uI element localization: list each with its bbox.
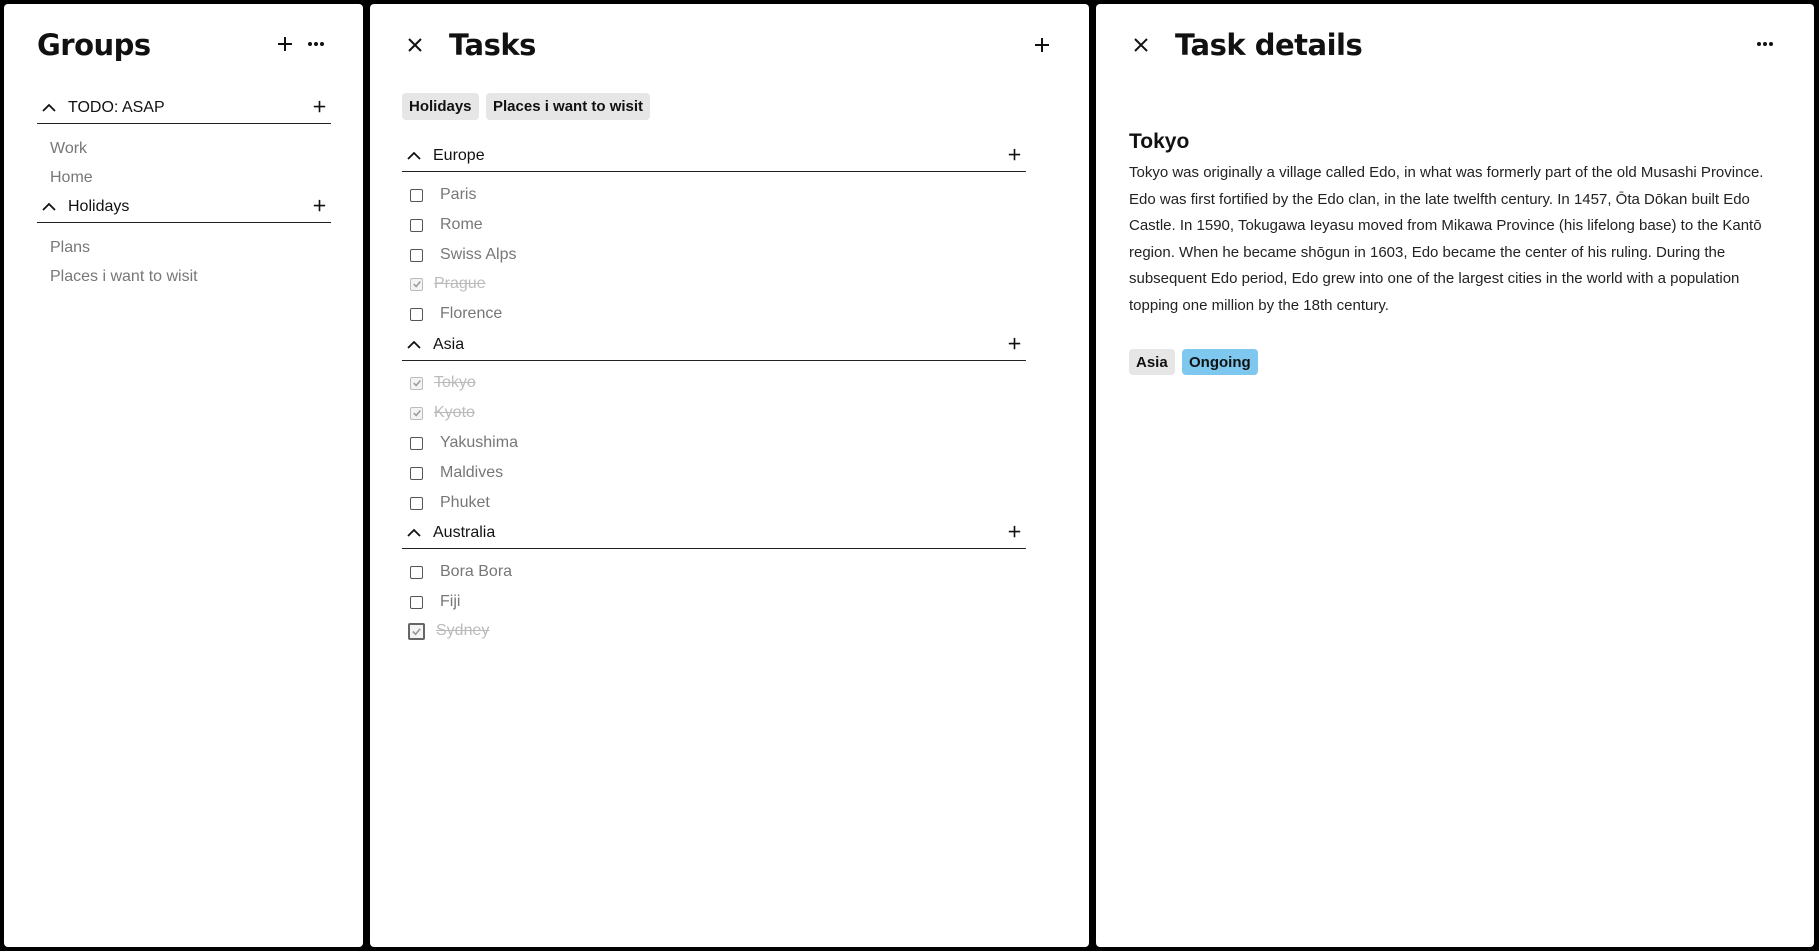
section-header-asia[interactable]: Asia	[402, 329, 1026, 361]
group-header-todo[interactable]: TODO: ASAP	[37, 92, 331, 124]
check-icon	[412, 627, 421, 635]
chevron-up-icon[interactable]	[406, 525, 422, 541]
task-label: Bora Bora	[440, 563, 513, 580]
more-horizontal-icon	[308, 42, 324, 46]
task-item[interactable]: Sydney	[408, 620, 495, 642]
task-checkbox[interactable]	[410, 436, 423, 450]
add-section-task-button[interactable]	[1002, 331, 1026, 355]
add-section-task-button[interactable]	[1002, 142, 1026, 166]
task-label: Sydney	[436, 622, 490, 639]
group-item-work[interactable]: Work	[50, 140, 87, 158]
section-header-australia[interactable]: Australia	[402, 517, 1026, 549]
task-item[interactable]: Paris	[410, 184, 476, 206]
add-list-button[interactable]	[307, 193, 331, 217]
task-item[interactable]: Tokyo	[410, 372, 482, 394]
task-checkbox[interactable]	[408, 622, 425, 640]
status-badge[interactable]: Ongoing	[1182, 349, 1258, 375]
plus-icon	[313, 199, 325, 211]
task-label: Prague	[434, 275, 486, 292]
task-checkbox[interactable]	[410, 466, 423, 480]
add-list-button[interactable]	[307, 94, 331, 118]
add-section-task-button[interactable]	[1002, 519, 1026, 543]
group-label: TODO: ASAP	[68, 98, 165, 116]
task-details-panel: Task details Tokyo Tokyo was originally …	[1096, 4, 1814, 947]
close-icon	[1134, 38, 1148, 52]
app-root: Groups TODO: ASAP Work Home Holidays Pla…	[0, 0, 1819, 951]
breadcrumb-chip-group[interactable]: Holidays	[402, 93, 479, 120]
task-label: Paris	[440, 186, 477, 203]
close-tasks-button[interactable]	[401, 31, 429, 59]
task-checkbox[interactable]	[410, 307, 423, 321]
group-item-plans[interactable]: Plans	[50, 239, 90, 257]
task-item[interactable]: Kyoto	[410, 402, 481, 424]
section-header-europe[interactable]: Europe	[402, 140, 1026, 172]
plus-icon	[1035, 38, 1049, 52]
check-icon	[412, 380, 421, 387]
group-header-holidays[interactable]: Holidays	[37, 191, 331, 223]
section-label: Asia	[433, 335, 465, 353]
tasks-panel: Tasks Holidays Places i want to wisit Eu…	[370, 4, 1089, 947]
task-checkbox[interactable]	[410, 595, 423, 609]
groups-more-button[interactable]	[302, 30, 330, 58]
task-item[interactable]: Rome	[410, 214, 483, 236]
task-checkbox[interactable]	[410, 406, 423, 420]
task-checkbox[interactable]	[410, 376, 423, 390]
task-label: Florence	[440, 305, 503, 322]
section-label: Europe	[433, 146, 485, 164]
section-label: Australia	[433, 523, 496, 541]
task-item[interactable]: Prague	[410, 273, 492, 295]
task-item[interactable]: Maldives	[410, 462, 503, 484]
task-item[interactable]: Phuket	[410, 492, 490, 514]
more-horizontal-icon	[1757, 42, 1773, 46]
task-label: Kyoto	[434, 404, 475, 421]
task-label: Fiji	[440, 593, 461, 610]
task-label: Yakushima	[440, 434, 518, 451]
breadcrumb-chip-list[interactable]: Places i want to wisit	[486, 93, 651, 120]
task-checkbox[interactable]	[410, 277, 423, 291]
chevron-up-icon[interactable]	[406, 337, 422, 353]
plus-icon	[1008, 148, 1020, 160]
task-item[interactable]: Fiji	[410, 591, 460, 613]
chevron-up-icon[interactable]	[41, 100, 57, 116]
task-checkbox[interactable]	[410, 218, 423, 232]
task-item[interactable]: Swiss Alps	[410, 244, 516, 266]
check-icon	[412, 410, 421, 417]
details-more-button[interactable]	[1751, 30, 1779, 58]
add-task-button[interactable]	[1028, 31, 1056, 59]
plus-icon	[278, 37, 292, 51]
task-label: Swiss Alps	[440, 246, 517, 263]
chevron-up-icon[interactable]	[41, 199, 57, 215]
task-checkbox[interactable]	[410, 565, 423, 579]
task-label: Maldives	[440, 464, 504, 481]
task-checkbox[interactable]	[410, 248, 423, 262]
task-label: Phuket	[440, 494, 490, 511]
plus-icon	[313, 100, 325, 112]
add-group-button[interactable]	[271, 30, 299, 58]
tag-asia[interactable]: Asia	[1129, 349, 1175, 375]
task-checkbox[interactable]	[410, 496, 423, 510]
task-details-title: Task details	[1175, 28, 1363, 62]
close-icon	[408, 38, 422, 52]
task-item[interactable]: Florence	[410, 303, 502, 325]
tasks-title: Tasks	[449, 28, 536, 62]
groups-panel: Groups TODO: ASAP Work Home Holidays Pla…	[4, 4, 363, 947]
groups-title: Groups	[37, 28, 151, 62]
check-icon	[412, 281, 421, 288]
task-label: Rome	[440, 216, 483, 233]
task-item[interactable]: Bora Bora	[410, 561, 512, 583]
task-item[interactable]: Yakushima	[410, 432, 518, 454]
task-checkbox[interactable]	[410, 188, 423, 202]
task-description[interactable]: Tokyo was originally a village called Ed…	[1129, 160, 1769, 319]
close-details-button[interactable]	[1127, 31, 1155, 59]
group-item-home[interactable]: Home	[50, 169, 93, 187]
group-label: Holidays	[68, 197, 130, 215]
group-item-places[interactable]: Places i want to wisit	[50, 268, 198, 286]
chevron-up-icon[interactable]	[406, 148, 422, 164]
task-label: Tokyo	[434, 374, 476, 391]
plus-icon	[1008, 525, 1020, 537]
plus-icon	[1008, 337, 1020, 349]
task-title[interactable]: Tokyo	[1129, 130, 1189, 154]
